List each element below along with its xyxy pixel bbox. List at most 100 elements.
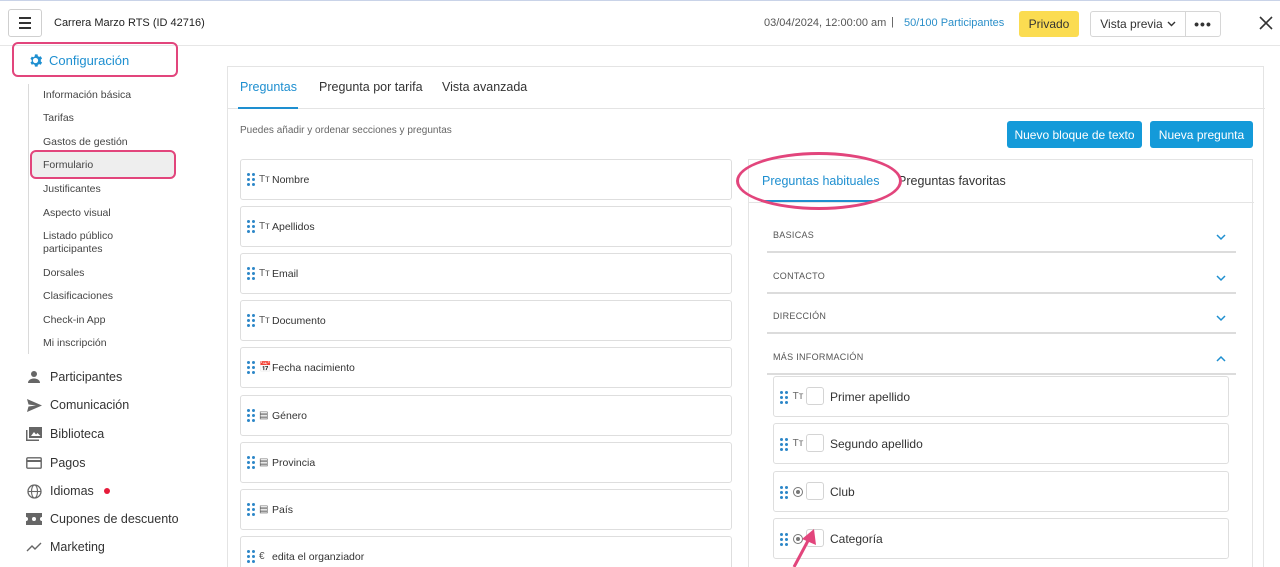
habitual-question-row[interactable]: Club <box>773 471 1229 512</box>
drag-handle-icon[interactable] <box>247 314 255 327</box>
question-row[interactable]: Tт Documento <box>240 300 732 341</box>
question-row[interactable]: Tт Nombre <box>240 159 732 200</box>
header-separator: | <box>891 16 894 28</box>
question-label: País <box>272 504 294 516</box>
habitual-question-row[interactable]: Tт Segundo apellido <box>773 423 1229 464</box>
section-basicas[interactable]: BASICAS <box>767 213 1236 253</box>
event-title: Carrera Marzo RTS (ID 42716) <box>54 17 205 29</box>
question-row[interactable]: ▤ Provincia <box>240 442 732 483</box>
drag-handle-icon[interactable] <box>247 409 255 422</box>
question-row[interactable]: 📅 Fecha nacimiento <box>240 347 732 388</box>
drag-handle-icon[interactable] <box>780 391 788 404</box>
question-row[interactable]: ▤ Género <box>240 395 732 436</box>
drag-handle-icon[interactable] <box>247 361 255 374</box>
drag-handle-icon[interactable] <box>247 550 255 563</box>
sidebar-item-cupones[interactable]: Cupones de descuento <box>26 511 179 527</box>
field-type-icon: Tт <box>259 221 270 232</box>
sidebar-item-participantes[interactable]: Participantes <box>26 369 122 385</box>
drag-handle-icon[interactable] <box>780 438 788 451</box>
chevron-down-icon <box>1167 21 1176 27</box>
section-title: DIRECCIÓN <box>773 311 827 321</box>
submenu-item-aspecto-visual[interactable]: Aspecto visual <box>43 207 111 219</box>
section-title: CONTACTO <box>773 271 826 281</box>
section-mas-informacion[interactable]: MÁS INFORMACIÓN <box>767 335 1236 375</box>
gear-icon <box>30 54 43 67</box>
submenu-item-clasificaciones[interactable]: Clasificaciones <box>43 290 113 302</box>
menu-icon <box>19 17 31 19</box>
radio-icon <box>792 486 804 497</box>
participants-count-link[interactable]: 50/100 Participantes <box>904 17 1004 29</box>
card-icon <box>26 455 42 471</box>
submenu-item-gastos-gestion[interactable]: Gastos de gestión <box>43 136 128 148</box>
close-icon[interactable] <box>1257 14 1275 32</box>
question-label: Apellidos <box>272 221 315 233</box>
right-tabs: Preguntas habituales Preguntas favoritas <box>736 152 1254 210</box>
drag-handle-icon[interactable] <box>247 267 255 280</box>
submenu-item-tarifas[interactable]: Tarifas <box>43 112 74 124</box>
chevron-up-icon <box>1216 355 1226 362</box>
private-button[interactable]: Privado <box>1019 11 1079 37</box>
drag-handle-icon[interactable] <box>247 456 255 469</box>
tab-pregunta-por-tarifa[interactable]: Pregunta por tarifa <box>319 80 423 94</box>
person-icon <box>26 369 42 385</box>
chevron-down-icon <box>1216 315 1226 322</box>
section-direccion[interactable]: DIRECCIÓN <box>767 294 1236 334</box>
trend-icon <box>26 539 42 555</box>
drag-handle-icon[interactable] <box>780 486 788 499</box>
question-label: Fecha nacimiento <box>272 362 355 374</box>
questions-panel: Preguntas Pregunta por tarifa Vista avan… <box>227 66 1265 567</box>
question-label: edita el organziador <box>272 551 365 563</box>
hamburger-menu-button[interactable] <box>8 9 42 37</box>
habitual-question-row[interactable]: Tт Primer apellido <box>773 376 1229 417</box>
drag-handle-icon[interactable] <box>247 220 255 233</box>
text-type-icon: Tт <box>792 438 804 449</box>
sidebar-item-configuracion[interactable]: Configuración <box>28 53 129 68</box>
sidebar-item-marketing[interactable]: Marketing <box>26 539 105 555</box>
new-question-button[interactable]: Nueva pregunta <box>1150 121 1253 148</box>
new-text-block-button[interactable]: Nuevo bloque de texto <box>1007 121 1142 148</box>
submenu-item-dorsales[interactable]: Dorsales <box>43 267 84 279</box>
questions-hint: Puedes añadir y ordenar secciones y preg… <box>240 125 452 136</box>
field-type-icon: Tт <box>259 174 270 185</box>
field-type-icon: Tт <box>259 268 270 279</box>
submenu-item-listado-publico[interactable]: Listado público participantes <box>43 230 153 256</box>
select-checkbox[interactable] <box>806 434 824 452</box>
field-type-icon: ▤ <box>259 410 269 421</box>
select-checkbox[interactable] <box>806 482 824 500</box>
select-checkbox[interactable] <box>806 387 824 405</box>
preview-dropdown-button[interactable]: Vista previa <box>1090 11 1186 37</box>
submenu-item-informacion-basica[interactable]: Información básica <box>43 89 131 101</box>
question-row[interactable]: € edita el organziador <box>240 536 732 567</box>
tab-vista-avanzada[interactable]: Vista avanzada <box>442 80 527 94</box>
question-row[interactable]: Tт Apellidos <box>240 206 732 247</box>
tab-preguntas[interactable]: Preguntas <box>240 80 297 94</box>
question-row[interactable]: Tт Email <box>240 253 732 294</box>
more-options-button[interactable]: ••• <box>1185 11 1221 37</box>
drag-handle-icon[interactable] <box>247 503 255 516</box>
submenu-item-mi-inscripcion[interactable]: Mi inscripción <box>43 337 107 349</box>
section-title: MÁS INFORMACIÓN <box>773 352 864 362</box>
sidebar-item-biblioteca[interactable]: Biblioteca <box>26 426 104 442</box>
field-type-icon: ▤ <box>259 457 269 468</box>
question-label: Email <box>272 268 299 280</box>
top-header: Carrera Marzo RTS (ID 42716) 03/04/2024,… <box>0 0 1280 46</box>
text-type-icon: Tт <box>792 391 804 402</box>
active-tab-indicator <box>238 107 298 109</box>
sidebar-item-comunicacion[interactable]: Comunicación <box>26 397 129 413</box>
config-submenu: Información básica Tarifas Gastos de ges… <box>28 84 188 354</box>
field-type-icon: ▤ <box>259 504 269 515</box>
tab-preguntas-favoritas[interactable]: Preguntas favoritas <box>898 174 1006 188</box>
submenu-item-checkin-app[interactable]: Check-in App <box>43 314 105 326</box>
sidebar-item-idiomas[interactable]: Idiomas <box>26 483 110 499</box>
drag-handle-icon[interactable] <box>780 533 788 546</box>
question-label: Género <box>272 410 308 422</box>
submenu-item-formulario[interactable]: Formulario <box>43 159 93 171</box>
section-contacto[interactable]: CONTACTO <box>767 254 1236 294</box>
send-icon <box>26 397 42 413</box>
submenu-item-justificantes[interactable]: Justificantes <box>43 183 101 195</box>
sidebar-item-pagos[interactable]: Pagos <box>26 455 85 471</box>
question-row[interactable]: ▤ País <box>240 489 732 530</box>
habitual-question-row[interactable]: Categoría <box>773 518 1229 559</box>
preview-label: Vista previa <box>1100 17 1163 31</box>
drag-handle-icon[interactable] <box>247 173 255 186</box>
